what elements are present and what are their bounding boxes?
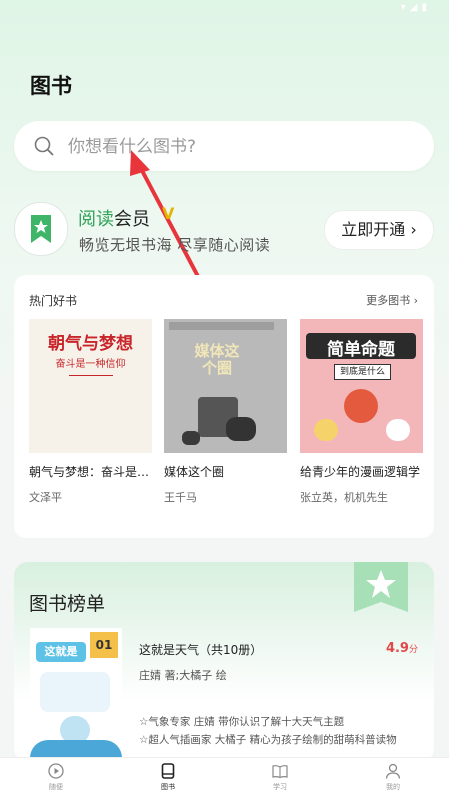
member-title: 阅读会员 (78, 209, 150, 230)
user-icon (385, 763, 401, 779)
play-circle-icon (48, 763, 64, 779)
ranking-book-desc-2: ☆超人气插画家 大橘子 精心为孩子绘制的甜萌科普读物 (139, 734, 397, 746)
book-item[interactable]: 朝气与梦想 奋斗是一种信仰 朝气与梦想：奋斗是一种信仰 文泽平 (29, 319, 152, 505)
status-icons: ▾◢▮ (400, 2, 431, 13)
book-author: 文泽平 (29, 491, 62, 504)
book-title: 媒体这个圈 (164, 465, 225, 479)
star-ribbon-icon (354, 562, 408, 612)
open-membership-button[interactable]: 立即开通 › (324, 210, 434, 250)
book-item[interactable]: 媒体这个圈 媒体这个圈 王千马 (164, 319, 287, 505)
search-input[interactable] (66, 133, 410, 161)
tab-discover[interactable]: 随便 (26, 762, 86, 792)
tab-label: 图书 (161, 783, 175, 791)
book-icon (161, 763, 175, 779)
tab-books[interactable]: 图书 (138, 762, 198, 792)
book-item[interactable]: 简单命题 到底是什么 给青少年的漫画逻辑学 张立英，机机先生 (300, 319, 423, 505)
book-cover[interactable]: 朝气与梦想 奋斗是一种信仰 (29, 319, 152, 453)
ranking-book-desc-1: ☆气象专家 庄婧 带你认识了解十大天气主题 (139, 716, 345, 728)
member-subtitle: 畅览无垠书海 尽享随心阅读 (79, 236, 271, 254)
book-cover[interactable]: 媒体这个圈 (164, 319, 287, 453)
ranking-book-title[interactable]: 这就是天气（共10册） (139, 641, 262, 658)
book-title: 朝气与梦想：奋斗是一种信仰 (29, 465, 152, 479)
bottom-tab-bar: 随便 图书 学习 我的 (0, 757, 449, 799)
tab-study[interactable]: 学习 (250, 762, 310, 792)
ranking-title: 图书榜单 (29, 593, 106, 615)
tab-label: 我的 (386, 783, 400, 791)
more-books-link[interactable]: 更多图书 › (366, 292, 418, 308)
ranking-card: 图书榜单 这就是 01 这就是天气（共10册） 4.9分 庄婧 著;大橘子 绘 … (14, 562, 434, 762)
hot-books-card: 热门好书 更多图书 › 朝气与梦想 奋斗是一种信仰 朝气与梦想：奋斗是一种信仰 … (14, 275, 434, 538)
book-title: 给青少年的漫画逻辑学 (300, 465, 421, 479)
tab-label: 学习 (273, 783, 287, 791)
ranking-book-score: 4.9分 (385, 641, 418, 656)
book-author: 王千马 (164, 491, 197, 504)
ranking-book-cover[interactable]: 这就是 01 (30, 628, 122, 758)
tab-profile[interactable]: 我的 (363, 762, 423, 792)
status-bar: ▾◢▮ (0, 0, 449, 18)
search-icon (34, 136, 54, 156)
search-bar[interactable] (14, 121, 434, 171)
member-badge-icon (14, 202, 68, 256)
open-book-icon (272, 765, 288, 779)
ranking-book-author: 庄婧 著;大橘子 绘 (139, 669, 227, 682)
hot-books-title: 热门好书 (29, 294, 78, 308)
member-banner: 阅读会员 V 畅览无垠书海 尽享随心阅读 立即开通 › (14, 202, 434, 258)
tab-label: 随便 (49, 783, 63, 791)
page-title: 图书 (30, 74, 72, 98)
vip-icon: V (162, 204, 175, 223)
book-author: 张立英，机机先生 (300, 491, 388, 504)
book-cover[interactable]: 简单命题 到底是什么 (300, 319, 423, 453)
